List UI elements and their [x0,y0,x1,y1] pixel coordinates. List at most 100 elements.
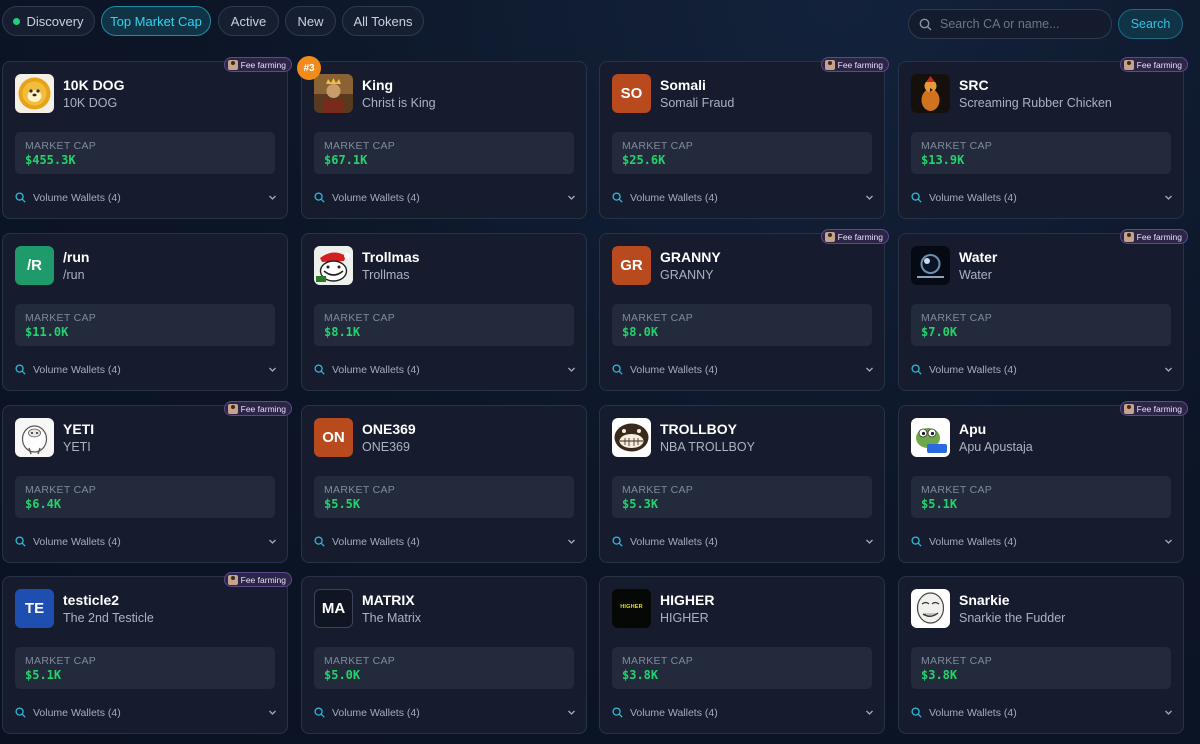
volume-wallets-toggle[interactable]: Volume Wallets (4) [314,535,576,551]
token-card[interactable]: TE testicle2 The 2nd Testicle MARKET CAP… [2,572,292,734]
token-card[interactable]: SRC Screaming Rubber Chicken MARKET CAP … [898,57,1188,219]
token-card[interactable]: MA MATRIX The Matrix MARKET CAP $5.0K Vo… [301,576,587,734]
market-cap-box: MARKET CAP $67.1K [314,132,574,174]
filter-bar: Discovery Top Market Cap Active New All … [0,0,1200,46]
fee-farming-label: Fee farming [837,231,883,242]
market-cap-box: MARKET CAP $3.8K [612,647,872,689]
token-fullname: GRANNY [660,268,714,282]
token-card[interactable]: Trollmas Trollmas MARKET CAP $8.1K Volum… [301,233,587,391]
market-cap-box: MARKET CAP $5.0K [314,647,574,689]
volume-wallets-toggle[interactable]: Volume Wallets (4) [911,535,1173,551]
fee-farming-label: Fee farming [240,574,286,585]
token-card[interactable]: GR GRANNY GRANNY MARKET CAP $8.0K Volume… [599,229,889,391]
token-card[interactable]: Water Water MARKET CAP $7.0K Volume Wall… [898,229,1188,391]
higher-logo-icon: HIGHER [612,589,651,628]
token-fullname: Christ is King [362,96,436,110]
market-cap-label: MARKET CAP [921,655,993,667]
filter-active[interactable]: Active [218,6,279,36]
search-box[interactable] [908,9,1112,39]
token-fullname: The Matrix [362,611,422,625]
fee-farming-badge: Fee farming [1119,57,1188,72]
volume-wallets-toggle[interactable]: Volume Wallets (4) [314,191,576,207]
token-fullname: NBA TROLLBOY [660,440,755,454]
market-cap-value: $7.0K [921,325,958,339]
token-card[interactable]: /R /run /run MARKET CAP $11.0K Volume Wa… [2,233,288,391]
fee-farming-label: Fee farming [1136,231,1182,242]
volume-wallets-toggle[interactable]: Volume Wallets (4) [612,706,874,722]
search-icon [612,707,623,718]
token-card[interactable]: King Christ is King MARKET CAP $67.1K Vo… [297,56,587,219]
volume-wallets-toggle[interactable]: Volume Wallets (4) [15,706,277,722]
market-cap-box: MARKET CAP $7.0K [911,304,1171,346]
fee-farming-icon [824,59,835,70]
apu-frog-image-icon [911,418,950,457]
token-card[interactable]: Apu Apu Apustaja MARKET CAP $5.1K Volume… [898,401,1188,563]
token-card[interactable]: YETI YETI MARKET CAP $6.4K Volume Wallet… [2,401,292,563]
water-image-icon [911,246,950,285]
fee-farming-label: Fee farming [1136,59,1182,70]
token-fullname: The 2nd Testicle [63,611,154,625]
filter-label: New [297,13,324,29]
volume-wallets-label: Volume Wallets (4) [332,536,420,548]
volume-wallets-toggle[interactable]: Volume Wallets (4) [612,535,874,551]
chevron-down-icon [1165,367,1172,372]
token-fullname: Water [959,268,992,282]
market-cap-label: MARKET CAP [324,312,396,324]
volume-wallets-toggle[interactable]: Volume Wallets (4) [911,363,1173,379]
token-card[interactable]: 10K DOG 10K DOG MARKET CAP $455.3K Volum… [2,57,292,219]
market-cap-value: $5.5K [324,497,361,511]
market-cap-box: MARKET CAP $13.9K [911,132,1171,174]
token-card[interactable]: ON ONE369 ONE369 MARKET CAP $5.5K Volume… [301,405,587,563]
trollmas-image-icon [314,246,353,285]
token-card[interactable]: SO Somali Somali Fraud MARKET CAP $25.6K… [599,57,889,219]
filter-top-market-cap[interactable]: Top Market Cap [101,6,211,36]
dog-logo-icon [15,74,54,113]
token-card[interactable]: TROLLBOY NBA TROLLBOY MARKET CAP $5.3K V… [599,405,885,563]
volume-wallets-toggle[interactable]: Volume Wallets (4) [15,191,277,207]
chevron-down-icon [269,195,276,200]
volume-wallets-toggle[interactable]: Volume Wallets (4) [612,363,874,379]
fee-farming-label: Fee farming [240,59,286,70]
market-cap-box: MARKET CAP $5.1K [911,476,1171,518]
search-icon [314,364,325,375]
volume-wallets-toggle[interactable]: Volume Wallets (4) [15,363,277,379]
volume-wallets-label: Volume Wallets (4) [630,707,718,719]
market-cap-box: MARKET CAP $11.0K [15,304,275,346]
token-avatar: ON [314,418,353,457]
market-cap-value: $5.1K [25,668,62,682]
volume-wallets-toggle[interactable]: Volume Wallets (4) [911,191,1173,207]
market-cap-value: $67.1K [324,153,368,167]
volume-wallets-toggle[interactable]: Volume Wallets (4) [314,363,576,379]
token-name: Somali [660,77,706,93]
filter-new[interactable]: New [285,6,336,36]
search-input[interactable] [940,17,1100,31]
volume-wallets-toggle[interactable]: Volume Wallets (4) [911,706,1173,722]
volume-wallets-label: Volume Wallets (4) [630,536,718,548]
fee-farming-badge: Fee farming [223,572,292,587]
rank-label: #3 [303,62,315,74]
token-card[interactable]: HIGHER HIGHER HIGHER MARKET CAP $3.8K Vo… [599,576,885,734]
fee-farming-badge: Fee farming [820,57,889,72]
market-cap-label: MARKET CAP [622,140,694,152]
token-initials: /R [27,257,42,274]
token-fullname: 10K DOG [63,96,118,110]
volume-wallets-toggle[interactable]: Volume Wallets (4) [314,706,576,722]
volume-wallets-label: Volume Wallets (4) [33,536,121,548]
filter-all-tokens[interactable]: All Tokens [342,6,424,36]
token-fullname: /run [63,268,85,282]
volume-wallets-label: Volume Wallets (4) [929,536,1017,548]
fee-farming-badge: Fee farming [1119,401,1188,416]
search-icon [314,536,325,547]
chicken-image-icon [911,74,950,113]
volume-wallets-label: Volume Wallets (4) [332,364,420,376]
token-fullname: Screaming Rubber Chicken [959,96,1112,110]
token-fullname: ONE369 [362,440,410,454]
volume-wallets-toggle[interactable]: Volume Wallets (4) [15,535,277,551]
volume-wallets-toggle[interactable]: Volume Wallets (4) [612,191,874,207]
fee-farming-label: Fee farming [240,403,286,414]
search-icon [612,536,623,547]
volume-wallets-label: Volume Wallets (4) [929,192,1017,204]
filter-discovery[interactable]: Discovery [2,6,95,36]
token-card[interactable]: Snarkie Snarkie the Fudder MARKET CAP $3… [898,576,1184,734]
search-button[interactable]: Search [1118,9,1183,39]
